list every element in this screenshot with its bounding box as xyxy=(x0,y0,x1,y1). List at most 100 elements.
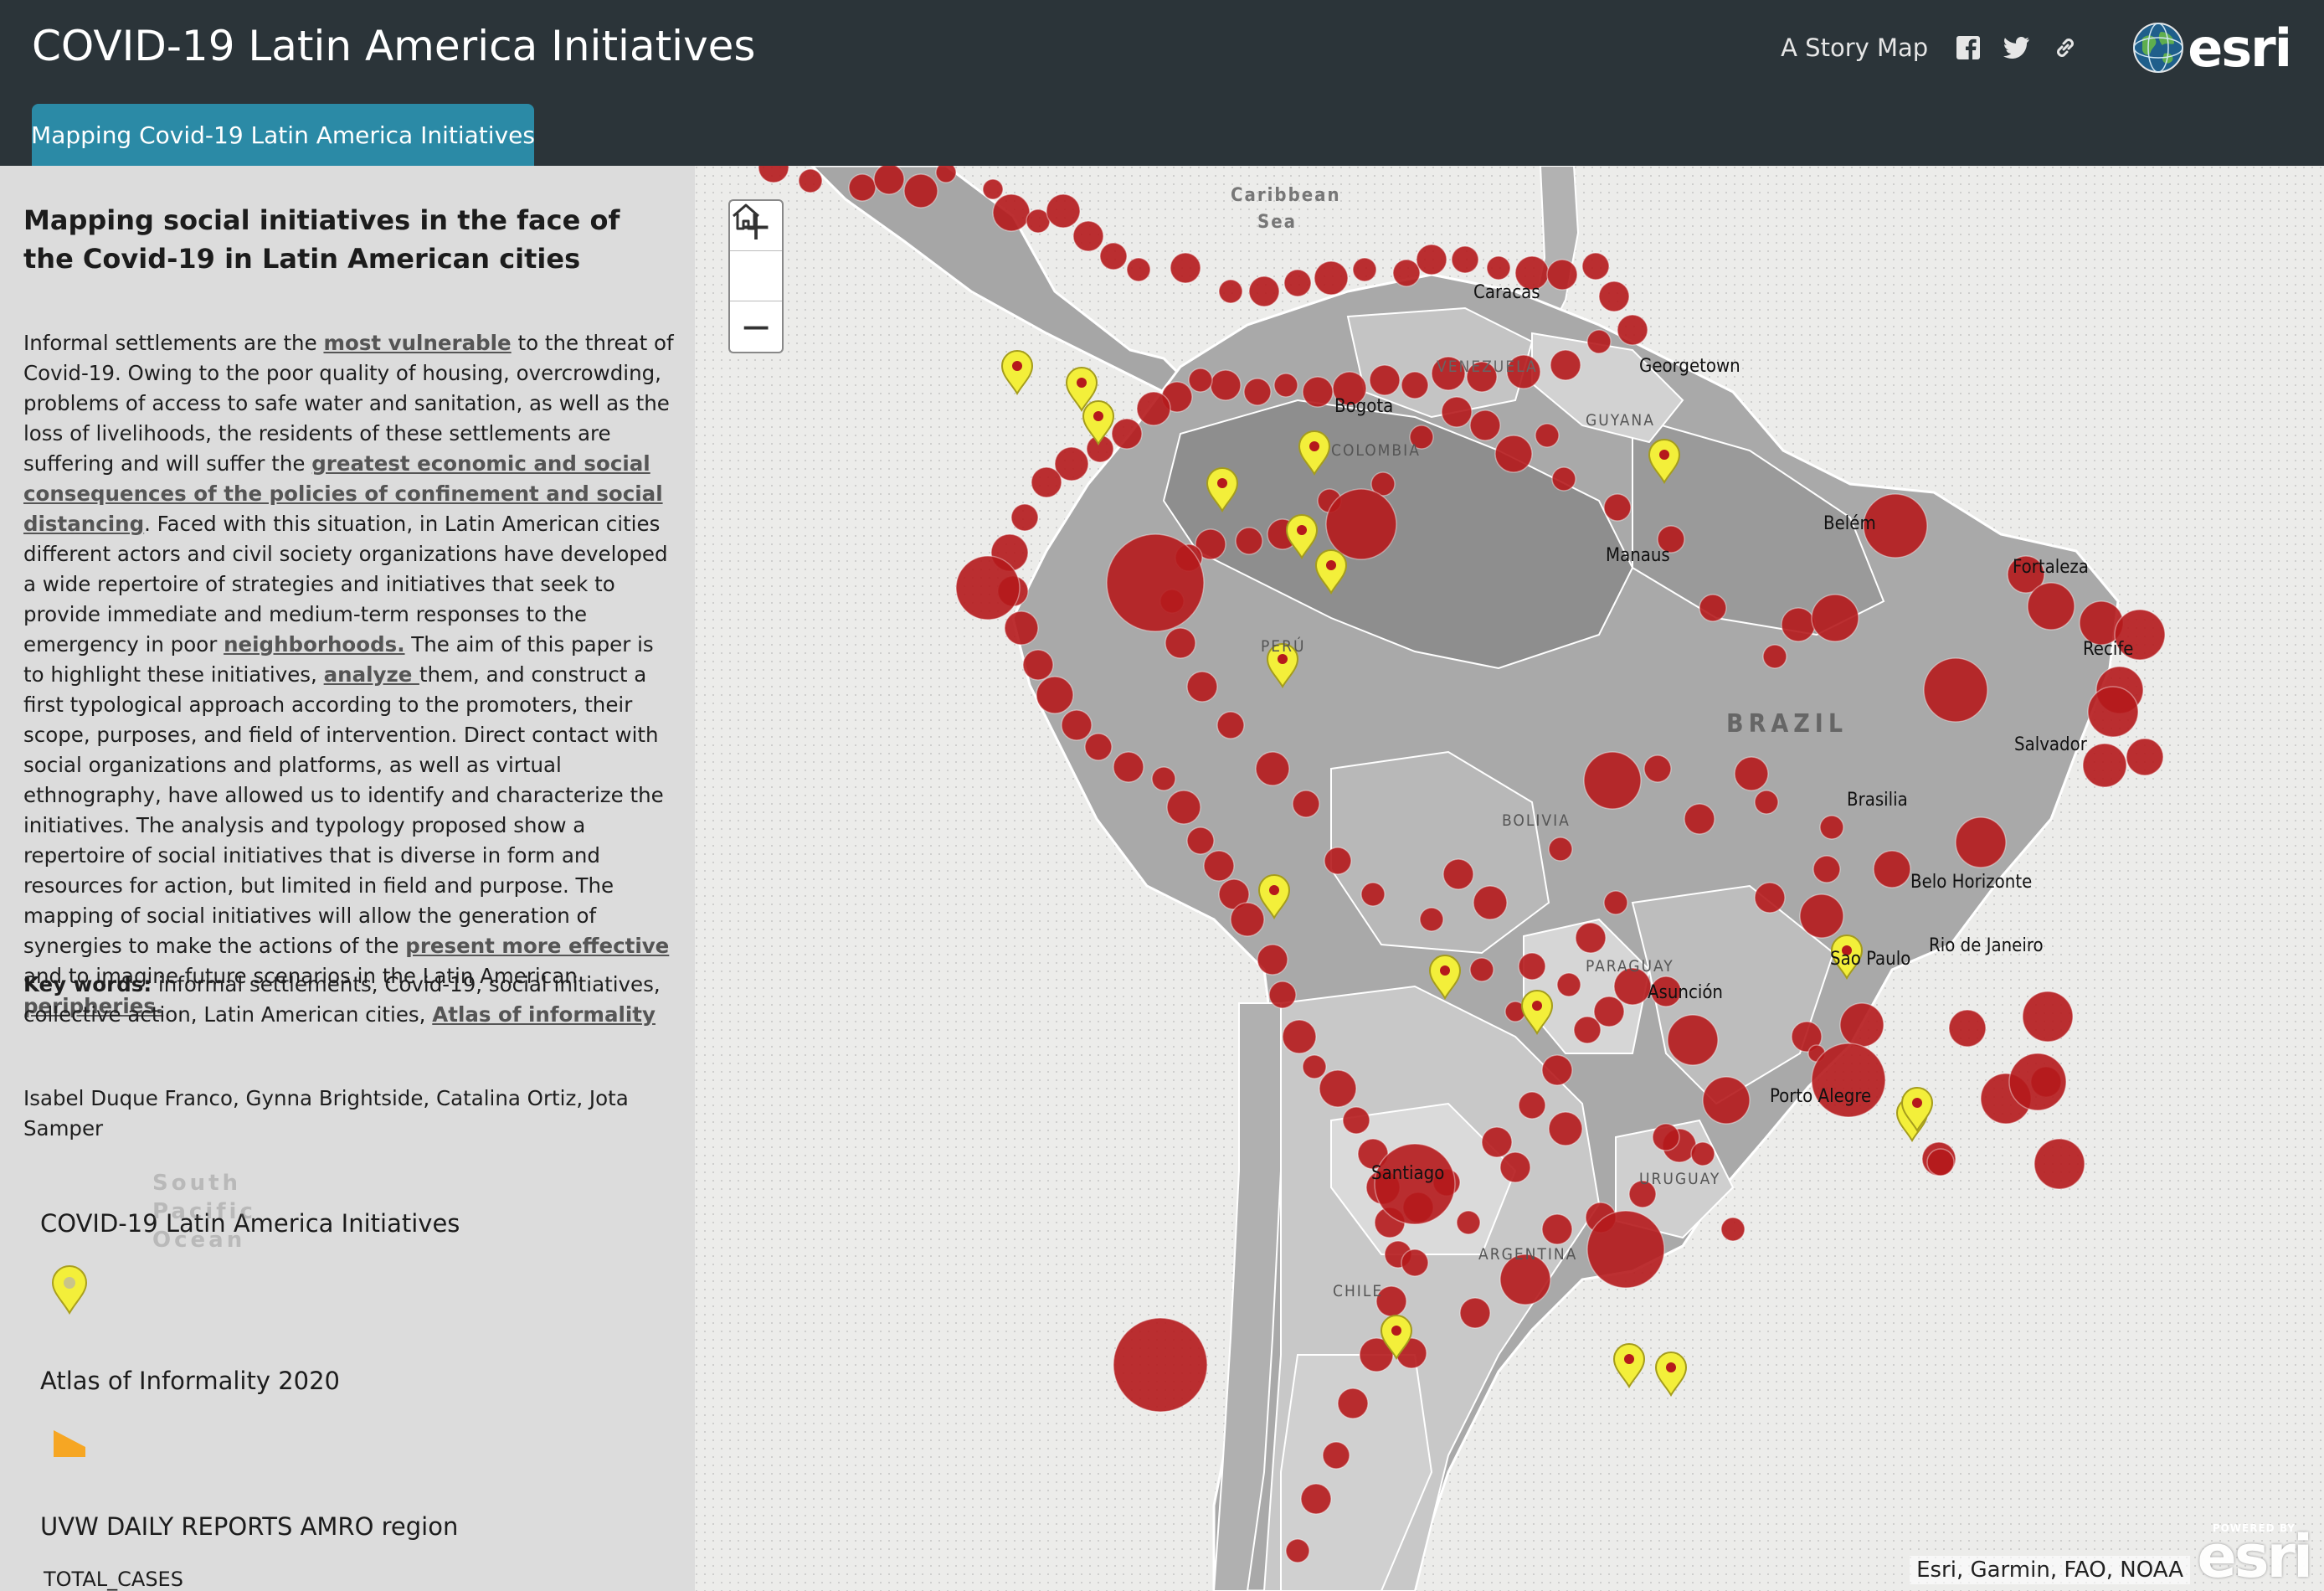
case-circle[interactable] xyxy=(1170,252,1201,284)
case-circle[interactable] xyxy=(1337,1388,1369,1419)
case-circle[interactable] xyxy=(935,166,957,183)
case-circle[interactable] xyxy=(2082,743,2127,788)
case-circle[interactable] xyxy=(1268,981,1297,1009)
case-circle[interactable] xyxy=(1230,902,1265,937)
case-circle[interactable] xyxy=(1781,607,1816,642)
case-circle[interactable] xyxy=(1248,275,1280,307)
case-circle[interactable] xyxy=(955,555,1021,620)
case-circle[interactable] xyxy=(2034,1138,2085,1190)
case-circle[interactable] xyxy=(1113,751,1144,783)
case-circle[interactable] xyxy=(1084,733,1113,761)
case-circle[interactable] xyxy=(2087,686,2139,738)
case-circle[interactable] xyxy=(1603,493,1632,522)
case-circle[interactable] xyxy=(1282,1019,1317,1054)
case-circle[interactable] xyxy=(1684,803,1715,835)
case-circle[interactable] xyxy=(1322,1441,1350,1470)
case-circle[interactable] xyxy=(1210,369,1242,401)
case-circle[interactable] xyxy=(1442,858,1474,890)
case-circle[interactable] xyxy=(1702,1076,1751,1125)
case-circle[interactable] xyxy=(1126,257,1151,282)
case-circle[interactable] xyxy=(1459,1297,1491,1329)
case-circle[interactable] xyxy=(992,193,1031,232)
case-circle[interactable] xyxy=(1022,649,1054,681)
case-circle[interactable] xyxy=(1273,373,1298,398)
case-circle[interactable] xyxy=(1754,882,1786,914)
link-analyze[interactable]: analyze xyxy=(324,662,419,687)
case-circle[interactable] xyxy=(1324,847,1352,875)
map-canvas[interactable]: Caribbean Sea Caracas Georgetown VENEZUE… xyxy=(695,166,2324,1591)
case-circle[interactable] xyxy=(1754,790,1779,815)
case-circle[interactable] xyxy=(1550,349,1581,381)
case-circle[interactable] xyxy=(1518,1091,1546,1120)
case-circle[interactable] xyxy=(1762,644,1787,669)
case-circle[interactable] xyxy=(1575,922,1607,954)
case-circle[interactable] xyxy=(1369,364,1401,396)
link-most-vulnerable[interactable]: most vulnerable xyxy=(323,331,511,355)
case-circle[interactable] xyxy=(1106,533,1205,632)
case-circle[interactable] xyxy=(1283,269,1312,297)
case-circle[interactable] xyxy=(1416,244,1447,275)
case-circle[interactable] xyxy=(1216,711,1245,739)
case-circle[interactable] xyxy=(1734,756,1769,791)
case-circle[interactable] xyxy=(1186,826,1215,855)
zoom-out-button[interactable]: − xyxy=(730,301,782,352)
case-circle[interactable] xyxy=(1292,790,1320,818)
case-circle[interactable] xyxy=(1036,676,1074,714)
case-circle[interactable] xyxy=(1948,1009,1987,1048)
case-circle[interactable] xyxy=(1699,594,1727,622)
esri-logo[interactable]: esri xyxy=(2132,18,2292,79)
case-circle[interactable] xyxy=(2022,991,2074,1043)
case-circle[interactable] xyxy=(1839,1002,1884,1048)
case-circle[interactable] xyxy=(1819,815,1844,840)
case-circle[interactable] xyxy=(1556,972,1581,997)
case-circle[interactable] xyxy=(1873,850,1911,888)
case-circle[interactable] xyxy=(1342,1106,1370,1135)
case-circle[interactable] xyxy=(903,173,938,209)
case-circle[interactable] xyxy=(1617,314,1648,346)
case-circle[interactable] xyxy=(1518,952,1546,981)
case-circle[interactable] xyxy=(1667,1014,1719,1066)
case-circle[interactable] xyxy=(1113,1317,1208,1413)
case-circle[interactable] xyxy=(1136,391,1171,426)
case-circle[interactable] xyxy=(1469,957,1494,982)
case-circle[interactable] xyxy=(1072,220,1104,252)
case-circle[interactable] xyxy=(1151,766,1176,791)
case-circle[interactable] xyxy=(1486,255,1511,281)
case-circle[interactable] xyxy=(1811,594,1859,642)
case-circle[interactable] xyxy=(1573,1016,1602,1044)
case-circle[interactable] xyxy=(1302,376,1334,408)
powered-by-esri-logo[interactable]: esri xyxy=(2197,1522,2313,1591)
case-circle[interactable] xyxy=(1469,409,1501,441)
case-circle[interactable] xyxy=(1603,890,1628,915)
case-circle[interactable] xyxy=(1586,329,1612,354)
case-circle[interactable] xyxy=(1541,1213,1573,1245)
case-circle[interactable] xyxy=(1541,1054,1573,1086)
case-circle[interactable] xyxy=(1166,790,1201,825)
case-circle[interactable] xyxy=(1419,907,1444,932)
case-circle[interactable] xyxy=(1499,1151,1531,1183)
case-circle[interactable] xyxy=(1392,259,1421,287)
case-circle[interactable] xyxy=(1473,885,1508,920)
case-circle[interactable] xyxy=(1551,466,1576,492)
case-circle[interactable] xyxy=(1285,1538,1310,1563)
case-circle[interactable] xyxy=(1581,252,1610,281)
case-circle[interactable] xyxy=(1111,418,1143,450)
case-circle[interactable] xyxy=(1720,1217,1746,1242)
case-circle[interactable] xyxy=(1004,610,1039,646)
case-circle[interactable] xyxy=(1374,1143,1456,1225)
case-circle[interactable] xyxy=(1302,1054,1327,1079)
tab-mapping-initiatives[interactable]: Mapping Covid-19 Latin America Initiativ… xyxy=(31,104,535,166)
link-neighborhoods[interactable]: neighborhoods. xyxy=(224,632,404,656)
case-circle[interactable] xyxy=(1061,709,1093,741)
link-atlas-of-informality[interactable]: Atlas of informality xyxy=(432,1002,656,1027)
case-circle[interactable] xyxy=(1643,754,1672,783)
case-circle[interactable] xyxy=(2008,1053,2067,1111)
case-circle[interactable] xyxy=(1352,257,1377,282)
link-icon[interactable] xyxy=(2050,33,2080,63)
case-circle[interactable] xyxy=(982,178,1004,200)
case-circle[interactable] xyxy=(1535,423,1560,448)
case-circle[interactable] xyxy=(1203,850,1235,882)
facebook-icon[interactable] xyxy=(1953,33,1983,63)
case-circle[interactable] xyxy=(1548,1111,1583,1146)
case-circle[interactable] xyxy=(1494,435,1533,473)
